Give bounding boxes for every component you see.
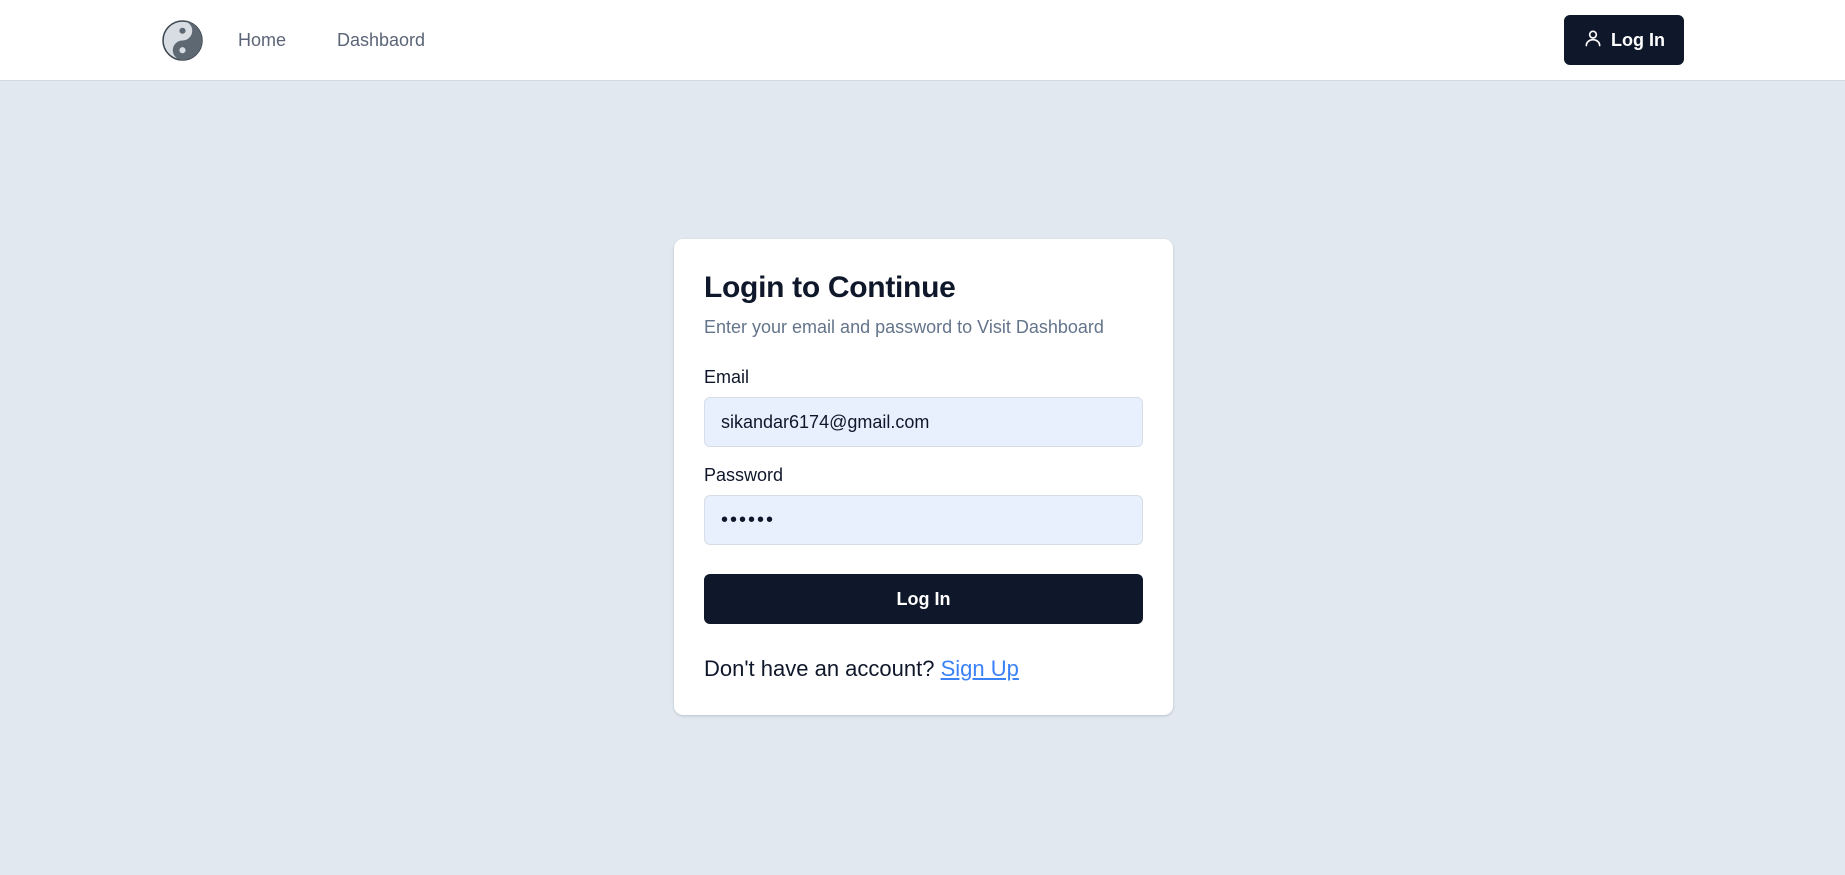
password-label: Password: [704, 465, 784, 485]
login-submit-button[interactable]: Log In: [704, 574, 1143, 624]
nav-link-home[interactable]: Home: [238, 30, 286, 51]
header-login-button[interactable]: Log In: [1564, 15, 1684, 65]
email-label: Email: [704, 367, 750, 387]
top-navbar: Home Dashbaord Log In: [0, 0, 1845, 81]
password-field[interactable]: [704, 495, 1143, 545]
signup-row: Don't have an account? Sign Up: [704, 656, 1019, 682]
signup-link[interactable]: Sign Up: [941, 656, 1019, 681]
header-login-label: Log In: [1611, 29, 1665, 50]
signup-prompt: Don't have an account?: [704, 656, 935, 681]
user-icon: [1583, 28, 1603, 53]
nav-link-dashboard[interactable]: Dashbaord: [337, 30, 425, 51]
login-title: Login to Continue: [704, 271, 956, 304]
yin-yang-icon[interactable]: [162, 20, 203, 61]
login-subtitle: Enter your email and password to Visit D…: [704, 317, 1104, 337]
login-card: Login to Continue Enter your email and p…: [674, 239, 1173, 715]
email-field[interactable]: [704, 397, 1143, 447]
